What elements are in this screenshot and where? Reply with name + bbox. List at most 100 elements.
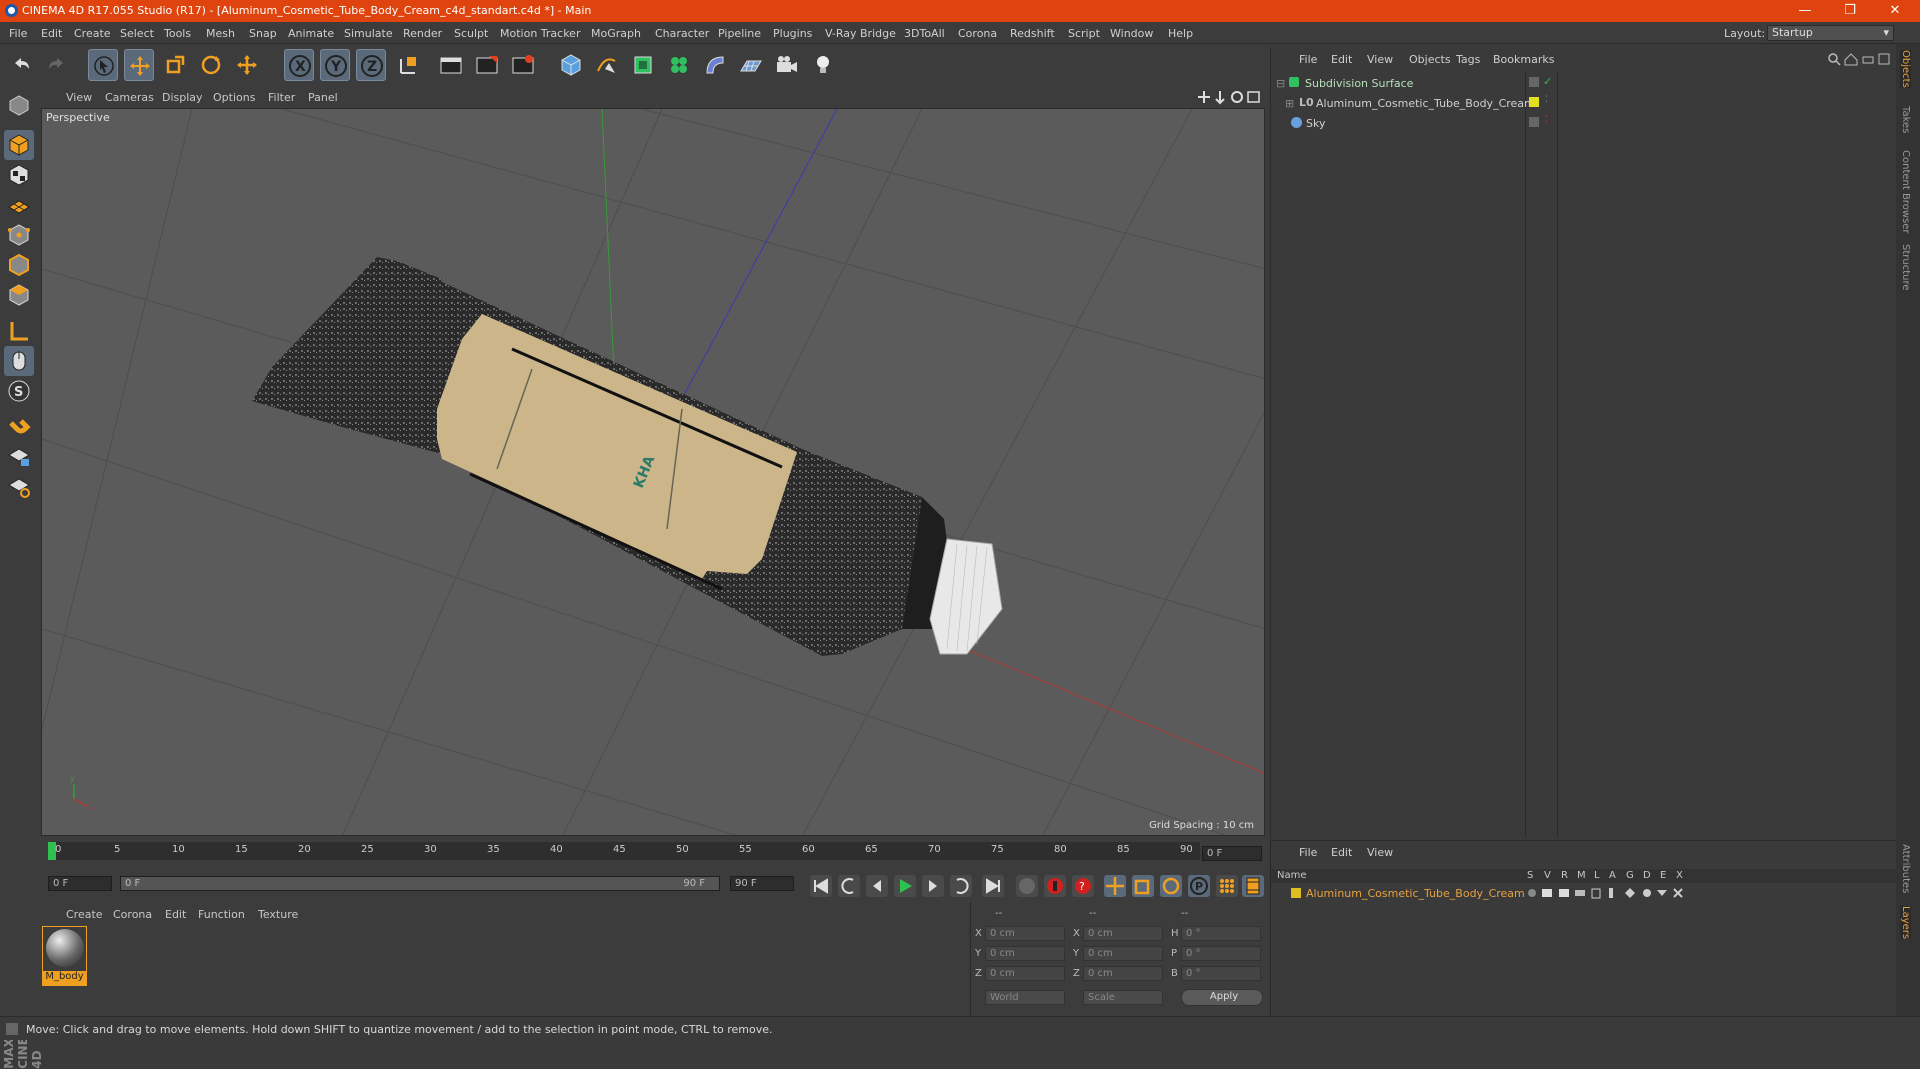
timeline-ruler[interactable]: 0 5 10 15 20 25 30 35 40 45 50 55 60 65 …	[48, 842, 1200, 860]
objects-menu-view[interactable]: View	[1367, 53, 1393, 66]
model-mode-icon[interactable]	[4, 130, 34, 160]
polygons-mode-icon[interactable]	[4, 280, 34, 310]
autokey-icon[interactable]: ?	[1072, 875, 1094, 897]
size-y-field[interactable]: 0 cm	[1083, 946, 1163, 961]
magnet-icon[interactable]	[4, 412, 34, 442]
visibility-toggle[interactable]	[1529, 117, 1539, 127]
menu-animate[interactable]: Animate	[288, 27, 334, 40]
objects-menu-file[interactable]: File	[1299, 53, 1317, 66]
spline-pen-icon[interactable]	[592, 49, 622, 81]
layer-color-tag[interactable]	[1529, 97, 1539, 107]
close-button[interactable]: ✕	[1880, 2, 1910, 20]
select-tool-icon[interactable]	[88, 49, 118, 81]
material-swatch[interactable]: M_body	[42, 926, 87, 986]
object-row-sky[interactable]: Sky ⁚	[1271, 114, 1897, 133]
viewport-menu-display[interactable]: Display	[162, 91, 203, 104]
end-frame-field[interactable]: 90 F	[730, 876, 794, 891]
menu-mesh[interactable]: Mesh	[206, 27, 235, 40]
layers-menu-file[interactable]: File	[1299, 846, 1317, 859]
y-axis-lock-icon[interactable]: Y	[320, 49, 350, 81]
layers-menu-view[interactable]: View	[1367, 846, 1393, 859]
scale-tool-icon[interactable]	[160, 49, 190, 81]
next-frame-icon[interactable]	[922, 875, 944, 897]
rotation-b-field[interactable]: 0 °	[1181, 966, 1261, 981]
tab-takes[interactable]: Takes	[1900, 106, 1911, 133]
rotate-tool-icon[interactable]	[196, 49, 226, 81]
menu-create[interactable]: Create	[74, 27, 111, 40]
axis-mode-icon[interactable]	[4, 316, 34, 346]
menu-window[interactable]: Window	[1110, 27, 1153, 40]
coordinate-system-icon[interactable]	[394, 49, 424, 81]
render-settings-icon[interactable]	[508, 49, 538, 81]
tab-objects[interactable]: Objects	[1900, 50, 1911, 88]
tab-layers[interactable]: Layers	[1900, 906, 1911, 940]
tab-content-browser[interactable]: Content Browser	[1900, 150, 1911, 233]
menu-pipeline[interactable]: Pipeline	[718, 27, 761, 40]
floor-object-icon[interactable]	[736, 49, 766, 81]
material-menu-corona[interactable]: Corona	[113, 908, 152, 921]
material-menu-edit[interactable]: Edit	[165, 908, 186, 921]
objects-menu-edit[interactable]: Edit	[1331, 53, 1352, 66]
layout-select[interactable]: Startup	[1767, 25, 1894, 41]
previous-key-icon[interactable]	[838, 875, 860, 897]
menu-select[interactable]: Select	[120, 27, 154, 40]
preview-range-slider[interactable]: 0 F 90 F	[120, 876, 720, 891]
position-y-field[interactable]: 0 cm	[985, 946, 1065, 961]
expand-icon[interactable]: ⊞	[1285, 97, 1294, 110]
menu-snap[interactable]: Snap	[249, 27, 277, 40]
viewport-navigation-icons[interactable]	[1198, 89, 1268, 105]
motion-record-icon[interactable]	[1016, 875, 1038, 897]
undo-icon[interactable]	[6, 49, 36, 81]
visibility-dots-icon[interactable]: ⁚	[1545, 95, 1548, 105]
minimize-button[interactable]: —	[1790, 2, 1820, 20]
menu-simulate[interactable]: Simulate	[344, 27, 393, 40]
go-to-end-icon[interactable]	[982, 875, 1004, 897]
current-frame-field[interactable]: 0 F	[1202, 846, 1262, 861]
x-axis-lock-icon[interactable]: X	[284, 49, 314, 81]
viewport-menu-view[interactable]: View	[66, 91, 92, 104]
make-editable-icon[interactable]	[4, 90, 34, 120]
redo-icon[interactable]	[42, 49, 72, 81]
menu-vray-bridge[interactable]: V-Ray Bridge	[825, 27, 896, 40]
material-menu-function[interactable]: Function	[198, 908, 245, 921]
timeline-window-icon[interactable]	[1242, 875, 1264, 897]
tab-attributes[interactable]: Attributes	[1900, 844, 1911, 893]
record-keyframe-icon[interactable]	[1044, 875, 1066, 897]
enabled-checkmark-icon[interactable]: ✓	[1543, 75, 1552, 88]
deformer-icon[interactable]	[700, 49, 730, 81]
rotation-h-field[interactable]: 0 °	[1181, 926, 1261, 941]
material-menu-create[interactable]: Create	[66, 908, 103, 921]
menu-mograph[interactable]: MoGraph	[591, 27, 641, 40]
previous-frame-icon[interactable]	[866, 875, 888, 897]
objects-menu-bookmarks[interactable]: Bookmarks	[1493, 53, 1554, 66]
size-x-field[interactable]: 0 cm	[1083, 926, 1163, 941]
play-forward-icon[interactable]	[894, 875, 916, 897]
texture-mode-icon[interactable]	[4, 160, 34, 190]
edges-mode-icon[interactable]	[4, 250, 34, 280]
key-position-icon[interactable]	[1104, 875, 1126, 897]
menu-3dtoall[interactable]: 3DToAll	[904, 27, 945, 40]
cube-object-icon[interactable]	[556, 49, 586, 81]
menu-render[interactable]: Render	[403, 27, 442, 40]
menu-corona[interactable]: Corona	[958, 27, 997, 40]
size-mode-select[interactable]: Scale	[1083, 990, 1163, 1005]
viewport-menu-filter[interactable]: Filter	[268, 91, 295, 104]
maximize-button[interactable]: ❐	[1835, 2, 1865, 20]
points-mode-icon[interactable]	[4, 220, 34, 250]
layer-row[interactable]: Aluminum_Cosmetic_Tube_Body_Cream	[1271, 885, 1897, 901]
size-z-field[interactable]: 0 cm	[1083, 966, 1163, 981]
menu-sculpt[interactable]: Sculpt	[454, 27, 488, 40]
start-frame-field[interactable]: 0 F	[48, 876, 112, 891]
coordinate-space-select[interactable]: World	[985, 990, 1065, 1005]
menu-script[interactable]: Script	[1068, 27, 1100, 40]
menu-motion-tracker[interactable]: Motion Tracker	[500, 27, 580, 40]
next-key-icon[interactable]	[950, 875, 972, 897]
viewport-menu-panel[interactable]: Panel	[308, 91, 338, 104]
render-view-icon[interactable]	[436, 49, 466, 81]
locked-workplane-icon[interactable]	[4, 442, 34, 472]
object-row-subdivision-surface[interactable]: ⊟ Subdivision Surface ✓	[1271, 74, 1897, 93]
subdivision-surface-icon[interactable]	[628, 49, 658, 81]
menu-character[interactable]: Character	[655, 27, 709, 40]
planar-workplane-icon[interactable]	[4, 472, 34, 502]
layer-color-icon[interactable]	[1291, 888, 1301, 898]
